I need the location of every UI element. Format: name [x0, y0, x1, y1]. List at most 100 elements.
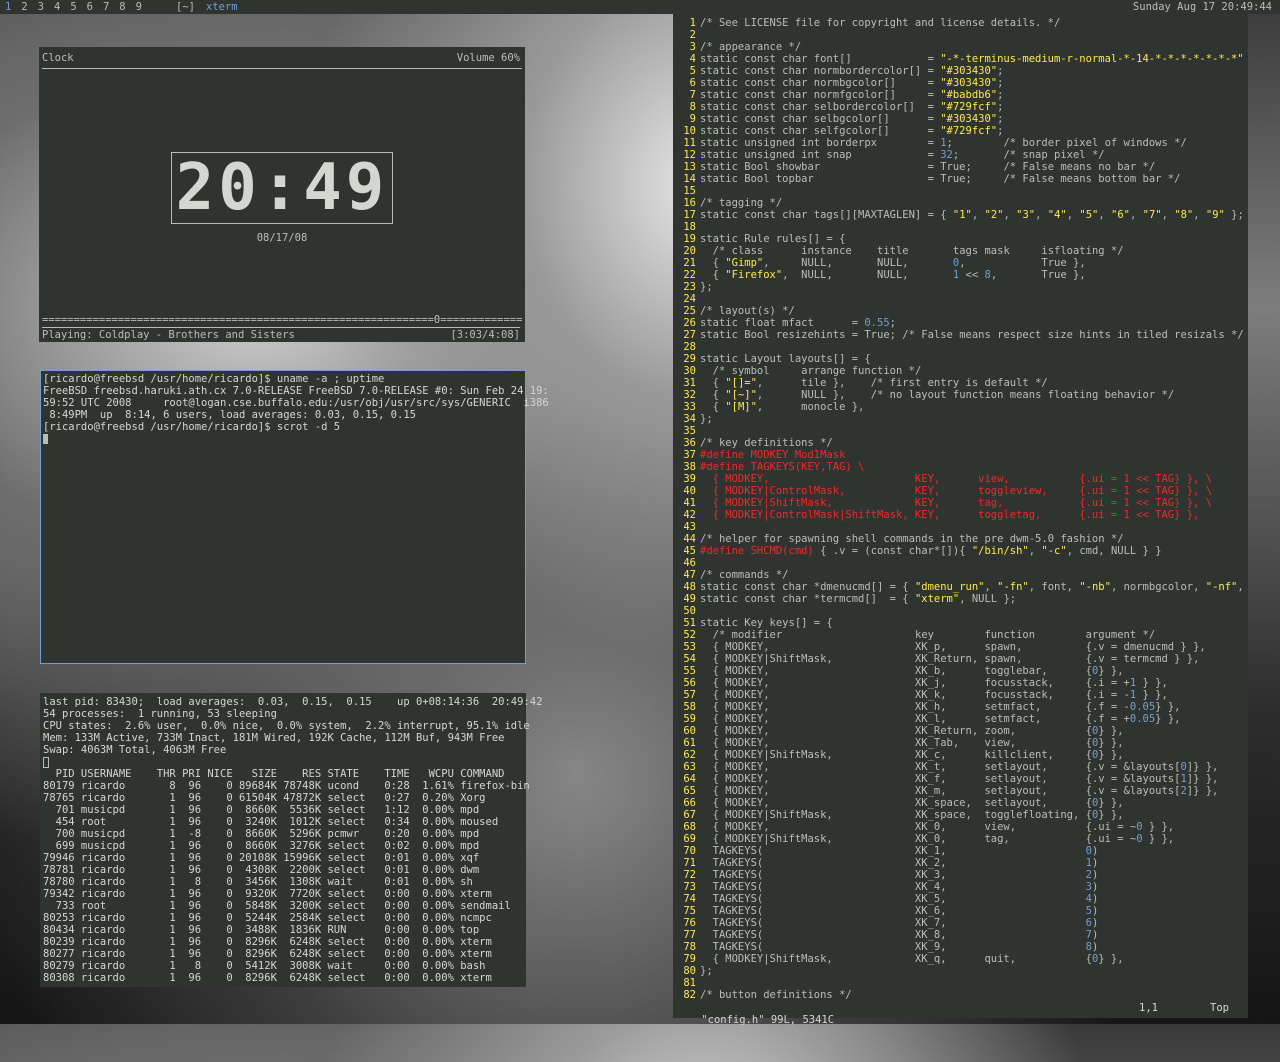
- vim-window[interactable]: 1 /* See LICENSE file for copyright and l…: [673, 14, 1248, 1026]
- code-line[interactable]: 5 static const char normbordercolor[] = "…: [676, 65, 1245, 77]
- code-line[interactable]: 41 { MODKEY|ShiftMask, KEY, tag, {.ui = …: [676, 497, 1245, 509]
- code-line[interactable]: 69 { MODKEY|ShiftMask, XK_0, tag, {.ui =…: [676, 833, 1245, 845]
- code-line[interactable]: 31 { "[]=", tile }, /* first entry is de…: [676, 377, 1245, 389]
- clock-window[interactable]: Clock Volume 60% 20:49 08/17/08 ========…: [39, 47, 525, 342]
- code-line[interactable]: 71 TAGKEYS( XK_2, 1): [676, 857, 1245, 869]
- code-line[interactable]: 21 { "Gimp", NULL, NULL, 0, True },: [676, 257, 1245, 269]
- code-line[interactable]: 34};: [676, 413, 1245, 425]
- code-line[interactable]: 35: [676, 425, 1245, 437]
- code-line[interactable]: 1 /* See LICENSE file for copyright and l…: [676, 17, 1245, 29]
- code-line[interactable]: 37 #define MODKEY Mod1Mask: [676, 449, 1245, 461]
- code-line[interactable]: 52 /* modifier key function argument */: [676, 629, 1245, 641]
- code-line[interactable]: 50: [676, 605, 1245, 617]
- code-line[interactable]: 64 { MODKEY, XK_f, setlayout, {.v = &lay…: [676, 773, 1245, 785]
- code-line[interactable]: 67 { MODKEY|ShiftMask, XK_space, togglef…: [676, 809, 1245, 821]
- code-line[interactable]: 48 static const char *dmenucmd[] = { "dme…: [676, 581, 1245, 593]
- tag-1[interactable]: 1: [0, 0, 16, 14]
- code-line[interactable]: 49 static const char *termcmd[] = { "xter…: [676, 593, 1245, 605]
- code-line[interactable]: 25 /* layout(s) */: [676, 305, 1245, 317]
- tag-2[interactable]: 2: [16, 0, 32, 14]
- code-line[interactable]: 66 { MODKEY, XK_space, setlayout, {0} },: [676, 797, 1245, 809]
- code-line[interactable]: 65 { MODKEY, XK_m, setlayout, {.v = &lay…: [676, 785, 1245, 797]
- code-line[interactable]: 61 { MODKEY, XK_Tab, view, {0} },: [676, 737, 1245, 749]
- code-line[interactable]: 28: [676, 341, 1245, 353]
- code-line[interactable]: 51 static Key keys[] = {: [676, 617, 1245, 629]
- code-line[interactable]: 36 /* key definitions */: [676, 437, 1245, 449]
- code-line[interactable]: 73 TAGKEYS( XK_4, 3): [676, 881, 1245, 893]
- code-line[interactable]: 33 { "[M]", monocle },: [676, 401, 1245, 413]
- tag-7[interactable]: 7: [98, 0, 114, 14]
- code-line[interactable]: 20 /* class instance title tags mask isf…: [676, 245, 1245, 257]
- code-line[interactable]: 47 /* commands */: [676, 569, 1245, 581]
- code-line[interactable]: 19 static Rule rules[] = {: [676, 233, 1245, 245]
- code-line[interactable]: 70 TAGKEYS( XK_1, 0): [676, 845, 1245, 857]
- tag-3[interactable]: 3: [33, 0, 49, 14]
- top-window[interactable]: last pid: 83430; load averages: 0.03, 0.…: [40, 693, 542, 987]
- code-line[interactable]: 13 static Bool showbar = True; /* False m…: [676, 161, 1245, 173]
- code-line[interactable]: 3 /* appearance */: [676, 41, 1245, 53]
- code-line[interactable]: 32 { "[~]", NULL }, /* no layout functio…: [676, 389, 1245, 401]
- song-progress-bar[interactable]: ========================================…: [42, 315, 522, 325]
- code-line[interactable]: 6 static const char normbgcolor[] = "#303…: [676, 77, 1245, 89]
- code-line[interactable]: 27 static Bool resizehints = True; /* Fal…: [676, 329, 1245, 341]
- code-line[interactable]: 40 { MODKEY|ControlMask, KEY, toggleview…: [676, 485, 1245, 497]
- code-line[interactable]: 7 static const char normfgcolor[] = "#bab…: [676, 89, 1245, 101]
- code-line[interactable]: 14 static Bool topbar = True; /* False me…: [676, 173, 1245, 185]
- code-line[interactable]: 16 /* tagging */: [676, 197, 1245, 209]
- code-line[interactable]: 59 { MODKEY, XK_l, setmfact, {.f = +0.05…: [676, 713, 1245, 725]
- code-line[interactable]: 24: [676, 293, 1245, 305]
- code-line[interactable]: 22 { "Firefox", NULL, NULL, 1 << 8, True…: [676, 269, 1245, 281]
- code-line[interactable]: 18: [676, 221, 1245, 233]
- code-editor[interactable]: 1 /* See LICENSE file for copyright and l…: [676, 17, 1245, 1001]
- code-line[interactable]: 68 { MODKEY, XK_0, view, {.ui = ~0 } },: [676, 821, 1245, 833]
- terminal-output[interactable]: [ricardo@freebsd /usr/home/ricardo]$ una…: [43, 373, 549, 445]
- code-line[interactable]: 46: [676, 557, 1245, 569]
- code-line[interactable]: 56 { MODKEY, XK_j, focusstack, {.i = +1 …: [676, 677, 1245, 689]
- code-line[interactable]: 76 TAGKEYS( XK_7, 6): [676, 917, 1245, 929]
- code-line[interactable]: 58 { MODKEY, XK_h, setmfact, {.f = -0.05…: [676, 701, 1245, 713]
- code-line[interactable]: 4 static const char font[] = "-*-terminus…: [676, 53, 1245, 65]
- code-line[interactable]: 9 static const char selbgcolor[] = "#3034…: [676, 113, 1245, 125]
- code-line[interactable]: 60 { MODKEY, XK_Return, zoom, {0} },: [676, 725, 1245, 737]
- code-line[interactable]: 82 /* button definitions */: [676, 989, 1245, 1001]
- code-line[interactable]: 44 /* helper for spawning shell commands …: [676, 533, 1245, 545]
- code-line[interactable]: 23};: [676, 281, 1245, 293]
- code-line[interactable]: 80};: [676, 965, 1245, 977]
- code-line[interactable]: 30 /* symbol arrange function */: [676, 365, 1245, 377]
- tag-4[interactable]: 4: [49, 0, 65, 14]
- code-line[interactable]: 39 { MODKEY, KEY, view, {.ui = 1 << TAG}…: [676, 473, 1245, 485]
- code-line[interactable]: 63 { MODKEY, XK_t, setlayout, {.v = &lay…: [676, 761, 1245, 773]
- process-monitor[interactable]: last pid: 83430; load averages: 0.03, 0.…: [43, 696, 542, 984]
- code-line[interactable]: 17 static const char tags[][MAXTAGLEN] = …: [676, 209, 1245, 221]
- code-line[interactable]: 75 TAGKEYS( XK_6, 5): [676, 905, 1245, 917]
- code-line[interactable]: 72 TAGKEYS( XK_3, 2): [676, 869, 1245, 881]
- code-line[interactable]: 11 static unsigned int borderpx = 1; /* b…: [676, 137, 1245, 149]
- tag-6[interactable]: 6: [82, 0, 98, 14]
- tag-5[interactable]: 5: [65, 0, 81, 14]
- code-line[interactable]: 53 { MODKEY, XK_p, spawn, {.v = dmenucmd…: [676, 641, 1245, 653]
- code-line[interactable]: 43: [676, 521, 1245, 533]
- code-line[interactable]: 26 static float mfact = 0.55;: [676, 317, 1245, 329]
- code-line[interactable]: 38 #define TAGKEYS(KEY,TAG) \: [676, 461, 1245, 473]
- code-line[interactable]: 81: [676, 977, 1245, 989]
- code-line[interactable]: 77 TAGKEYS( XK_8, 7): [676, 929, 1245, 941]
- tag-9[interactable]: 9: [131, 0, 147, 14]
- code-line[interactable]: 29 static Layout layouts[] = {: [676, 353, 1245, 365]
- code-line[interactable]: 54 { MODKEY|ShiftMask, XK_Return, spawn,…: [676, 653, 1245, 665]
- code-line[interactable]: 10 static const char selfgcolor[] = "#729…: [676, 125, 1245, 137]
- code-line[interactable]: 79 { MODKEY|ShiftMask, XK_q, quit, {0} }…: [676, 953, 1245, 965]
- layout-symbol[interactable]: [~]: [176, 0, 195, 14]
- tag-8[interactable]: 8: [114, 0, 130, 14]
- xterm-window[interactable]: [ricardo@freebsd /usr/home/ricardo]$ una…: [40, 370, 549, 664]
- code-line[interactable]: 8 static const char selbordercolor[] = "#…: [676, 101, 1245, 113]
- code-line[interactable]: 15: [676, 185, 1245, 197]
- code-line[interactable]: 42 { MODKEY|ControlMask|ShiftMask, KEY, …: [676, 509, 1245, 521]
- code-line[interactable]: 2: [676, 29, 1245, 41]
- code-line[interactable]: 55 { MODKEY, XK_b, togglebar, {0} },: [676, 665, 1245, 677]
- code-line[interactable]: 45 #define SHCMD(cmd) { .v = (const char*…: [676, 545, 1245, 557]
- code-line[interactable]: 62 { MODKEY|ShiftMask, XK_c, killclient,…: [676, 749, 1245, 761]
- code-line[interactable]: 78 TAGKEYS( XK_9, 8): [676, 941, 1245, 953]
- code-line[interactable]: 57 { MODKEY, XK_k, focusstack, {.i = -1 …: [676, 689, 1245, 701]
- code-line[interactable]: 12 static unsigned int snap = 32; /* snap…: [676, 149, 1245, 161]
- code-line[interactable]: 74 TAGKEYS( XK_5, 4): [676, 893, 1245, 905]
